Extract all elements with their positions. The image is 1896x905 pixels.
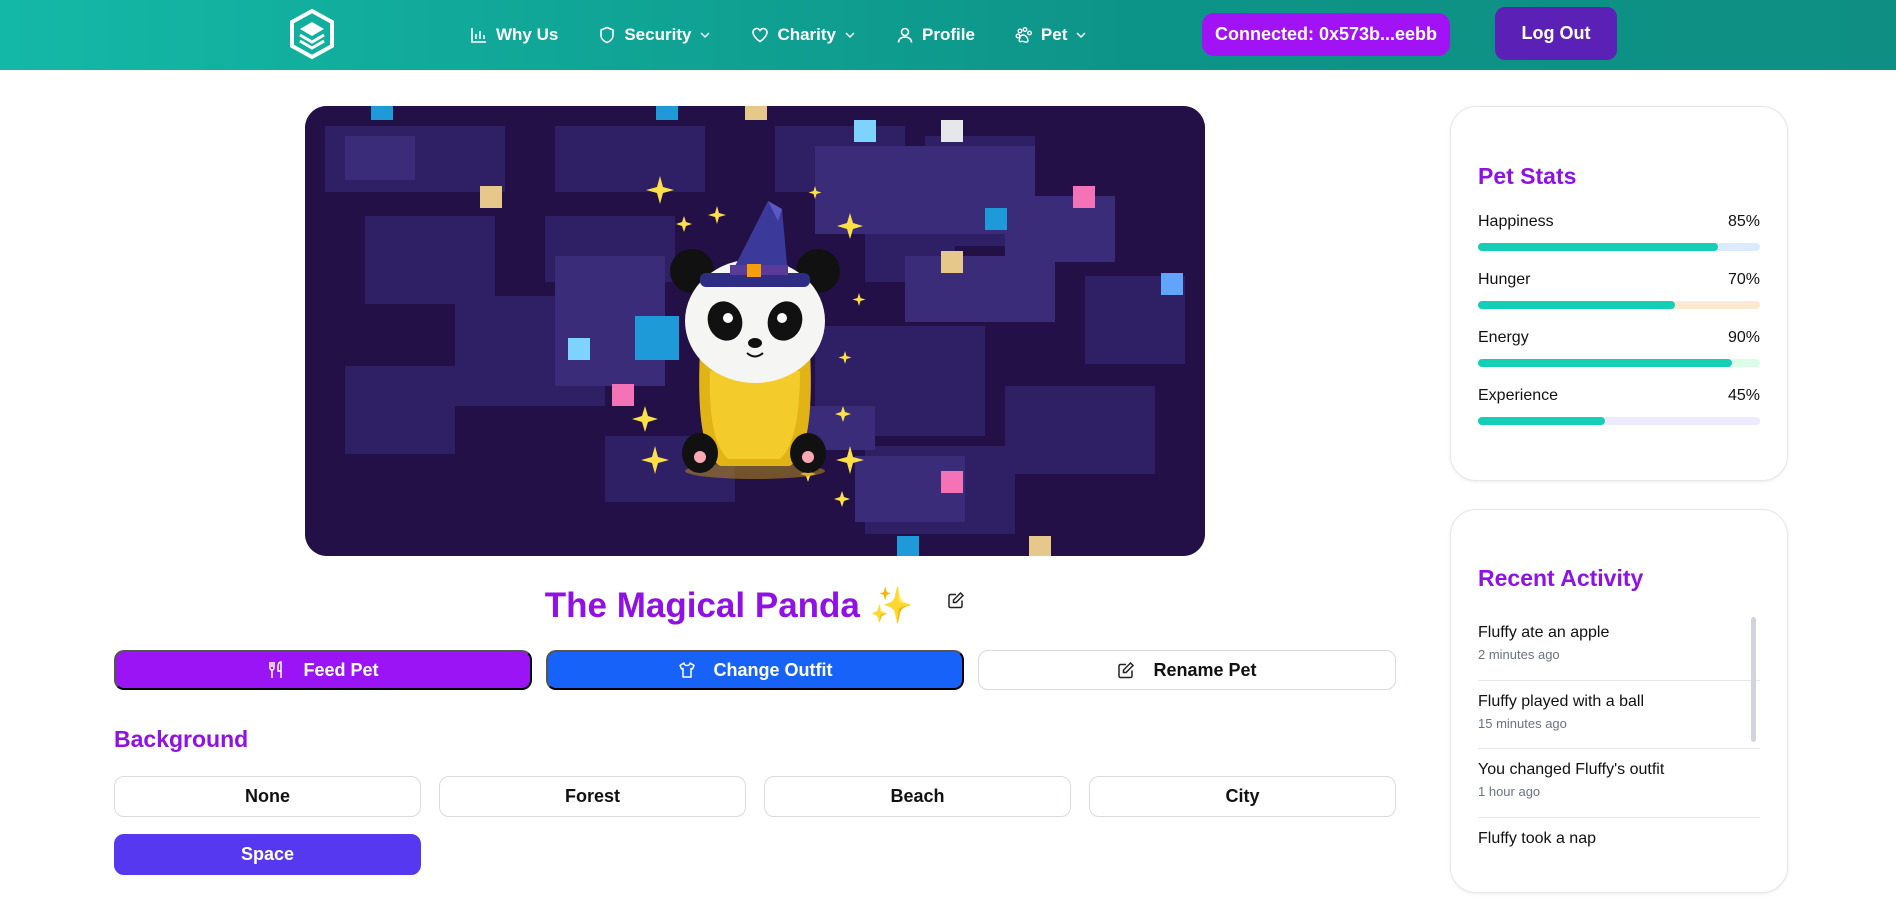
pet-name-row: The Magical Panda ✨	[305, 578, 1205, 632]
nav-security[interactable]: Security	[598, 25, 711, 45]
bar-chart-icon	[471, 28, 486, 43]
background-option-space[interactable]: Space	[114, 834, 421, 875]
chevron-down-icon	[700, 32, 710, 39]
logout-button[interactable]: Log Out	[1495, 7, 1617, 60]
background-option-none[interactable]: None	[114, 776, 421, 817]
heart-icon	[752, 27, 769, 43]
nav-pet[interactable]: Pet	[1015, 25, 1087, 45]
activity-time: 1 hour ago	[1478, 784, 1541, 799]
background-option-forest[interactable]: Forest	[439, 776, 746, 817]
stat-track	[1478, 417, 1760, 425]
wallet-connected-button[interactable]: Connected: 0x573b...eebb	[1202, 13, 1450, 56]
list-item: Fluffy ate an apple 2 minutes ago	[1478, 612, 1760, 681]
stat-label: Hunger	[1478, 271, 1531, 288]
stat-experience: Experience 45%	[1478, 387, 1760, 425]
nav-security-label: Security	[624, 25, 692, 44]
chevron-down-icon	[1076, 32, 1086, 39]
change-outfit-button[interactable]: Change Outfit	[546, 650, 964, 690]
recent-activity-title: Recent Activity	[1478, 565, 1644, 591]
rename-pet-label: Rename Pet	[1153, 659, 1257, 680]
logo-icon[interactable]	[286, 8, 338, 60]
activity-scrollbar[interactable]	[1751, 617, 1756, 742]
stat-energy: Energy 90%	[1478, 329, 1760, 367]
nav-profile[interactable]: Profile	[896, 25, 975, 45]
change-outfit-label: Change Outfit	[713, 659, 833, 680]
panda-pet-image	[670, 201, 840, 479]
nav-why-us-label: Why Us	[496, 25, 559, 44]
activity-text: Fluffy ate an apple	[1478, 624, 1610, 641]
list-item: Fluffy played with a ball 15 minutes ago	[1478, 681, 1760, 749]
activity-time: 2 minutes ago	[1478, 647, 1560, 662]
pet-stats-title: Pet Stats	[1478, 163, 1577, 189]
nav-profile-label: Profile	[922, 25, 975, 44]
feed-pet-label: Feed Pet	[303, 659, 379, 680]
stat-value: 45%	[1727, 387, 1760, 404]
stat-fill	[1478, 359, 1732, 367]
activity-list[interactable]: Fluffy ate an apple 2 minutes ago Fluffy…	[1478, 612, 1760, 886]
stat-value: 85%	[1727, 213, 1760, 230]
edit-name-icon[interactable]	[947, 591, 965, 614]
stat-fill	[1478, 243, 1718, 251]
user-icon	[897, 27, 913, 43]
shield-icon	[600, 26, 615, 44]
background-heading: Background	[114, 726, 249, 752]
nav-pet-label: Pet	[1040, 25, 1068, 44]
list-item: Fluffy took a nap	[1478, 818, 1760, 887]
stat-fill	[1478, 301, 1676, 309]
activity-text: Fluffy took a nap	[1478, 829, 1596, 847]
chevron-down-icon	[845, 32, 855, 39]
stat-label: Happiness	[1478, 213, 1554, 230]
rename-pet-button[interactable]: Rename Pet	[978, 650, 1396, 690]
top-navbar: Why Us Security Charity Profile Pet Conn…	[0, 0, 1896, 70]
activity-text: Fluffy played with a ball	[1478, 692, 1645, 710]
feed-pet-button[interactable]: Feed Pet	[114, 650, 532, 690]
stat-hunger: Hunger 70%	[1478, 271, 1760, 309]
background-option-city[interactable]: City	[1089, 776, 1396, 817]
pet-stats-card: Pet Stats Happiness 85% Hunger 70% Energy 9…	[1450, 106, 1788, 481]
list-item: You changed Fluffy's outfit 1 hour ago	[1478, 749, 1760, 818]
nav-why-us[interactable]: Why Us	[470, 25, 558, 45]
pet-display	[305, 106, 1205, 556]
nav-charity[interactable]: Charity	[751, 25, 856, 45]
background-option-beach[interactable]: Beach	[764, 776, 1071, 817]
nav-charity-label: Charity	[777, 25, 837, 44]
activity-text: You changed Fluffy's outfit	[1478, 761, 1665, 778]
stat-happiness: Happiness 85%	[1478, 213, 1760, 251]
activity-time: 15 minutes ago	[1478, 715, 1567, 731]
recent-activity-card: Recent Activity Fluffy ate an apple 2 mi…	[1450, 509, 1788, 893]
paw-icon	[1015, 27, 1032, 43]
stat-label: Experience	[1478, 387, 1559, 404]
edit-icon	[1118, 661, 1135, 679]
stat-label: Energy	[1478, 329, 1529, 346]
utensils-icon	[269, 661, 283, 678]
stat-fill	[1478, 417, 1605, 425]
stat-track	[1478, 243, 1760, 251]
stat-track	[1478, 301, 1760, 309]
main-nav: Why Us Security Charity Profile Pet	[470, 0, 1127, 70]
shirt-icon	[678, 662, 695, 678]
stat-value: 70%	[1727, 271, 1760, 288]
stat-track	[1478, 359, 1760, 367]
pet-name-title: The Magical Panda ✨	[544, 585, 914, 625]
stat-value: 90%	[1727, 329, 1760, 346]
